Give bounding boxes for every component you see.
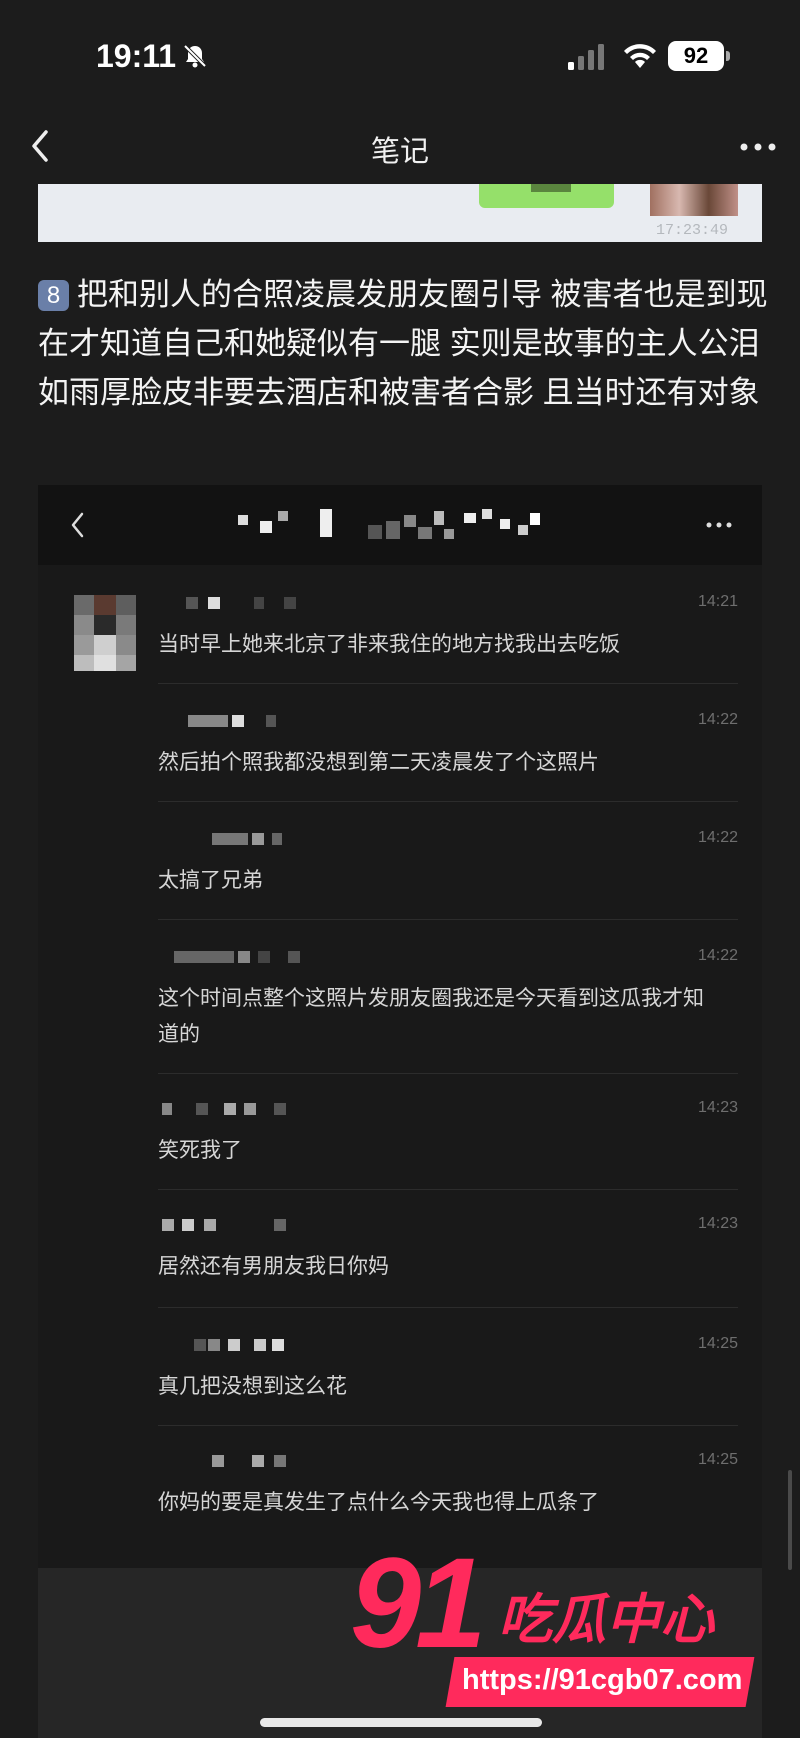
blurred-sender-name <box>212 833 282 845</box>
message-text: 你妈的要是真发生了点什么今天我也得上瓜条了 <box>158 1491 599 1514</box>
message-time: 14:23 <box>697 1215 738 1232</box>
chat-message: 14:22 然后拍个照我都没想到第二天凌晨发了个这照片 <box>158 711 738 774</box>
message-text: 太搞了兄弟 <box>158 869 263 892</box>
chat-message: 14:21 当时早上她来北京了非来我住的地方找我出去吃饭 <box>158 593 738 656</box>
chat-message: 14:25 你妈的要是真发生了点什么今天我也得上瓜条了 <box>158 1451 738 1514</box>
status-time: 19:11 <box>96 38 177 74</box>
message-text: 真几把没想到这么花 <box>158 1375 347 1398</box>
blurred-chat-name <box>238 509 540 539</box>
divider <box>158 919 738 920</box>
message-time: 14:22 <box>697 947 738 964</box>
message-text: 居然还有男朋友我日你妈 <box>158 1255 389 1278</box>
home-indicator[interactable] <box>260 1718 542 1727</box>
blurred-sender-name <box>194 1339 284 1351</box>
divider <box>158 1307 738 1308</box>
image-timestamp: 17:23:49 <box>655 222 728 239</box>
chat-message: 14:23 居然还有男朋友我日你妈 <box>158 1215 738 1278</box>
chat-message: 14:22 这个时间点整个这照片发朋友圈我还是今天看到这瓜我才知道的 <box>158 947 738 1046</box>
page-title: 笔记 <box>370 136 429 168</box>
message-text: 这个时间点整个这照片发朋友圈我还是今天看到这瓜我才知道的 <box>158 987 704 1046</box>
blurred-sender-name <box>212 1455 286 1467</box>
blurred-sender-name <box>162 1219 286 1231</box>
battery-level: 92 <box>683 43 709 68</box>
divider <box>158 1073 738 1074</box>
watermark-text: 吃瓜中心 <box>498 1590 714 1650</box>
chat-message: 14:22 太搞了兄弟 <box>158 829 738 892</box>
message-text: 笑死我了 <box>158 1139 242 1162</box>
photo-thumbnail <box>650 184 738 216</box>
chat-message: 14:23 笑死我了 <box>158 1099 738 1162</box>
paragraph-text: 把和别人的合照凌晨发朋友圈引导 被害者也是到现在才知道自己和她疑似有一腿 实则是… <box>38 277 768 410</box>
watermark-number: 91 <box>350 1532 486 1675</box>
more-dots-icon[interactable] <box>736 132 780 162</box>
blurred-sender-name <box>174 951 300 963</box>
nav-bar: 笔记 <box>0 110 800 185</box>
number-badge: 8 <box>38 280 69 311</box>
message-text: 当时早上她来北京了非来我住的地方找我出去吃饭 <box>158 633 620 656</box>
bell-slash-icon <box>183 44 207 68</box>
blurred-sender-name <box>186 597 296 609</box>
divider <box>158 683 738 684</box>
bubble-text-blur <box>531 184 571 192</box>
scrollbar[interactable] <box>788 1470 792 1570</box>
message-time: 14:25 <box>697 1335 738 1352</box>
divider <box>158 1189 738 1190</box>
message-time: 14:22 <box>697 711 738 728</box>
message-time: 14:22 <box>697 829 738 846</box>
watermark-url: https://91cgb07.com <box>462 1664 743 1696</box>
battery-icon: 92 <box>668 41 730 71</box>
chat-header <box>38 485 762 565</box>
previous-screenshot-image: 17:23:49 <box>38 184 762 242</box>
status-bar: 19:11 92 <box>0 0 800 110</box>
watermark-logo: 91 吃瓜中心 https://91cgb07.com <box>350 1540 770 1730</box>
chevron-left-icon <box>71 512 84 538</box>
message-text: 然后拍个照我都没想到第二天凌晨发了个这照片 <box>158 751 599 774</box>
more-dots-icon <box>706 522 732 528</box>
divider <box>158 801 738 802</box>
note-paragraph: 8 把和别人的合照凌晨发朋友圈引导 被害者也是到现在才知道自己和她疑似有一腿 实则… <box>38 270 768 417</box>
message-time: 14:23 <box>697 1099 738 1116</box>
message-time: 14:25 <box>697 1451 738 1468</box>
chat-message: 14:25 真几把没想到这么花 <box>158 1335 738 1398</box>
message-time: 14:21 <box>697 593 738 610</box>
blurred-sender-name <box>188 715 276 727</box>
wifi-icon <box>624 44 656 68</box>
avatar <box>74 595 136 671</box>
signal-icon <box>568 44 604 70</box>
blurred-sender-name <box>162 1103 286 1115</box>
divider <box>158 1425 738 1426</box>
